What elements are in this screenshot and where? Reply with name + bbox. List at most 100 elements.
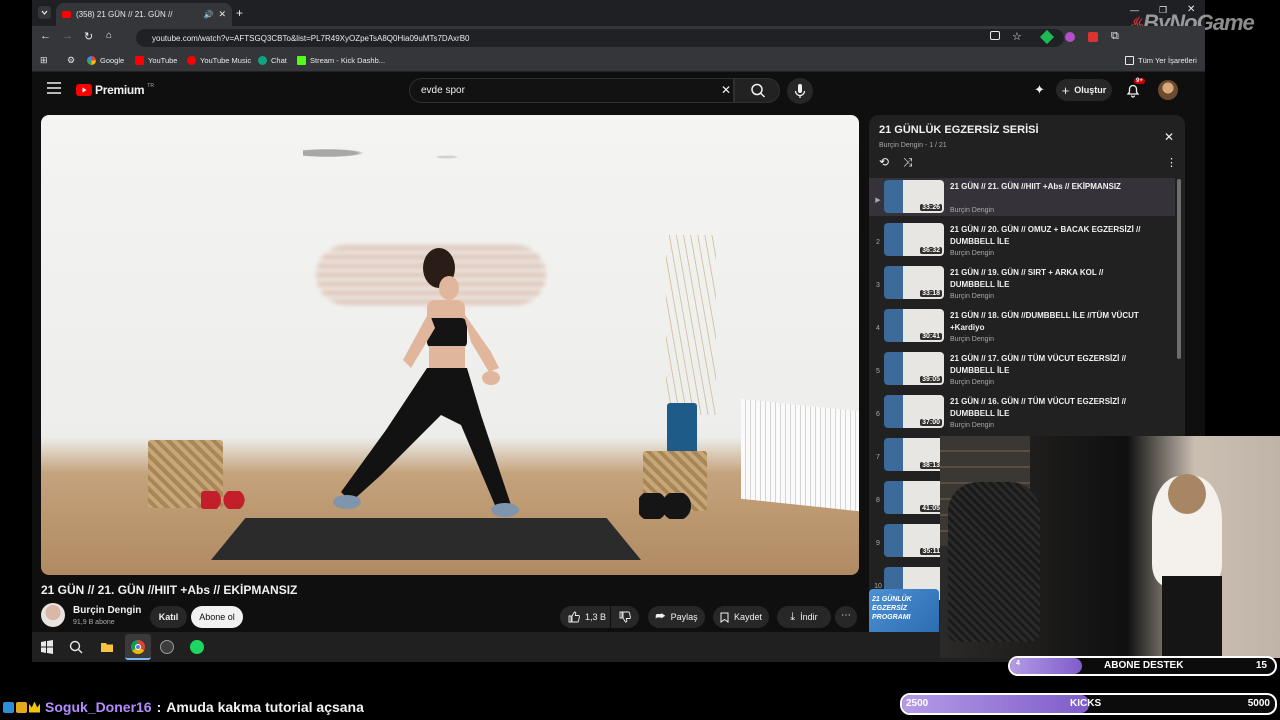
bookmark-kick-dashboard[interactable]: Stream - Kick Dashb... bbox=[297, 56, 385, 65]
bookmark-youtube-music[interactable]: YouTube Music bbox=[187, 56, 251, 65]
bookmark-google[interactable]: Google bbox=[87, 56, 124, 65]
playlist-item-index: 8 bbox=[876, 497, 880, 504]
chat-icon bbox=[258, 56, 267, 65]
playlist-item-thumbnail[interactable]: 39:05 bbox=[884, 352, 944, 385]
playlist-item[interactable]: 3 33:18 21 GÜN // 19. GÜN // SIRT + ARKA K… bbox=[869, 266, 1169, 309]
like-button[interactable]: 1,3 B bbox=[560, 606, 610, 628]
create-button[interactable]: + Oluştur bbox=[1056, 79, 1112, 101]
bookmark-icon bbox=[720, 612, 729, 623]
playlist-item-title[interactable]: 21 GÜN // 18. GÜN //DUMBBELL İLE //TÜM V… bbox=[950, 310, 1150, 334]
search-input[interactable]: evde spor bbox=[409, 78, 734, 103]
playlist-item-thumbnail[interactable]: 41:05 bbox=[884, 481, 944, 514]
playlist-item-index: 3 bbox=[876, 282, 880, 289]
playlist-item[interactable]: 4 30:41 21 GÜN // 18. GÜN //DUMBBELL İLE /… bbox=[869, 309, 1169, 352]
download-button[interactable]: ⤓ İndir bbox=[777, 606, 831, 628]
settings-icon[interactable]: ⚙ bbox=[67, 55, 75, 66]
address-bar[interactable]: youtube.com/watch?v=AFTSGQ3CBTo&list=PL7… bbox=[136, 29, 1064, 47]
share-button[interactable]: ⮫ Paylaş bbox=[648, 606, 705, 628]
shuffle-icon[interactable]: ⤨ bbox=[903, 155, 913, 170]
playlist-item[interactable]: 6 37:00 21 GÜN // 16. GÜN // TÜM VÜCUT EGZ… bbox=[869, 395, 1169, 438]
playlist-item-title[interactable]: 21 GÜN // 20. GÜN // OMUZ + BACAK EGZERS… bbox=[950, 224, 1150, 248]
clear-search-icon[interactable]: ✕ bbox=[721, 83, 731, 97]
browser-tab-strip: (358) 21 GÜN // 21. GÜN // 🔊 ✕ + — ❐ ✕ bbox=[32, 0, 1205, 26]
extension-red-icon[interactable] bbox=[1088, 32, 1098, 42]
thumbs-down-icon bbox=[619, 611, 631, 623]
playlist-item-index: 6 bbox=[876, 411, 880, 418]
spotify-icon[interactable] bbox=[190, 640, 204, 654]
playlist-item-thumbnail[interactable]: 33:18 bbox=[884, 266, 944, 299]
playlist-item-thumbnail[interactable]: 30:41 bbox=[884, 309, 944, 342]
apps-grid-icon[interactable]: ⊞ bbox=[40, 55, 48, 66]
save-button[interactable]: Kaydet bbox=[713, 606, 769, 628]
instructor-figure bbox=[333, 248, 519, 517]
extensions-puzzle-icon[interactable]: ⧉ bbox=[1111, 30, 1119, 43]
subscriber-goal-current: 4 bbox=[1016, 660, 1020, 667]
playlist-item-duration: 39:05 bbox=[920, 376, 942, 383]
playlist-item-title[interactable]: 21 GÜN // 19. GÜN // SIRT + ARKA KOL // … bbox=[950, 267, 1150, 291]
playlist-item[interactable]: 2 36:32 21 GÜN // 20. GÜN // OMUZ + BACAK … bbox=[869, 223, 1169, 266]
youtube-premium-logo[interactable]: Premium TR bbox=[76, 83, 154, 97]
subscribe-button[interactable]: Abone ol bbox=[191, 606, 243, 628]
close-tab-icon[interactable]: ✕ bbox=[218, 9, 226, 20]
chrome-taskbar-button[interactable] bbox=[125, 634, 151, 660]
dislike-button[interactable] bbox=[611, 606, 639, 628]
playlist-item-duration: 41:05 bbox=[920, 505, 942, 512]
tab-search-button[interactable] bbox=[38, 6, 51, 19]
bookmark-youtube[interactable]: YouTube bbox=[135, 56, 177, 65]
playlist-item-index: 2 bbox=[876, 239, 880, 246]
playlist-item-thumbnail[interactable]: 35:11 bbox=[884, 524, 944, 557]
video-title: 21 GÜN // 21. GÜN //HIIT +Abs // EKİPMAN… bbox=[41, 583, 298, 597]
channel-name[interactable]: Burçin Dengin bbox=[73, 605, 141, 616]
browser-tab-active[interactable]: (358) 21 GÜN // 21. GÜN // 🔊 ✕ bbox=[56, 3, 232, 26]
playlist-item-thumbnail[interactable]: 33:26 bbox=[884, 180, 944, 213]
playlist-item-title[interactable]: 21 GÜN // 16. GÜN // TÜM VÜCUT EGZERSİZİ… bbox=[950, 396, 1150, 420]
speaker-icon[interactable]: 🔊 bbox=[203, 10, 213, 19]
gaming-chair bbox=[948, 482, 1040, 642]
bell-icon bbox=[1126, 84, 1140, 98]
playlist-item-title[interactable]: 21 GÜN // 17. GÜN // TÜM VÜCUT EGZERSİZİ… bbox=[950, 353, 1150, 377]
new-tab-icon[interactable]: + bbox=[236, 6, 243, 20]
home-icon[interactable]: ⌂ bbox=[106, 30, 112, 41]
close-playlist-icon[interactable]: ✕ bbox=[1164, 130, 1174, 144]
playlist-item-title[interactable]: 21 GÜN // 21. GÜN //HIIT +Abs // EKİPMAN… bbox=[950, 181, 1150, 193]
loop-icon[interactable]: ⟲ bbox=[879, 155, 889, 169]
chevron-down-icon bbox=[41, 10, 48, 15]
join-button[interactable]: Katıl bbox=[150, 606, 187, 628]
side-promo-card[interactable]: 21 GÜNLÜK EGZERSİZ PROGRAMI bbox=[869, 589, 939, 632]
playlist-menu-icon[interactable]: ⋮ bbox=[1166, 156, 1177, 169]
playlist-item-thumbnail[interactable]: 38:13 bbox=[884, 438, 944, 471]
more-actions-button[interactable]: ⋯ bbox=[835, 606, 857, 628]
playlist-scrollbar[interactable] bbox=[1177, 179, 1181, 359]
playlist-item-thumbnail[interactable]: 37:00 bbox=[884, 395, 944, 428]
youtube-music-icon bbox=[187, 56, 196, 65]
cast-effects-icon[interactable]: ✦ bbox=[1034, 82, 1045, 98]
plus-icon: + bbox=[1061, 82, 1070, 98]
bookmark-chat[interactable]: Chat bbox=[258, 56, 287, 65]
microphone-icon bbox=[794, 84, 806, 98]
voice-search-button[interactable] bbox=[787, 78, 813, 104]
forward-icon[interactable]: → bbox=[62, 30, 73, 42]
all-bookmarks[interactable]: Tüm Yer İşaretleri bbox=[1125, 56, 1197, 65]
notifications-button[interactable]: 9+ bbox=[1125, 78, 1145, 98]
back-icon[interactable]: ← bbox=[40, 30, 51, 42]
playlist-item[interactable]: ▶ 33:26 21 GÜN // 21. GÜN //HIIT +Abs // E… bbox=[869, 180, 1169, 223]
playlist-title[interactable]: 21 GÜNLÜK EGZERSİZ SERİSİ bbox=[879, 124, 1039, 136]
menu-icon[interactable] bbox=[47, 82, 61, 94]
cast-icon[interactable] bbox=[990, 31, 1000, 40]
obs-icon[interactable] bbox=[160, 640, 174, 654]
playlist-item[interactable]: 5 39:05 21 GÜN // 17. GÜN // TÜM VÜCUT EGZ… bbox=[869, 352, 1169, 395]
windows-start-icon[interactable] bbox=[40, 640, 54, 654]
video-player[interactable] bbox=[41, 115, 859, 575]
reload-icon[interactable]: ↻ bbox=[84, 30, 93, 43]
file-explorer-icon[interactable] bbox=[100, 640, 114, 654]
avatar[interactable] bbox=[1158, 80, 1178, 100]
tab-title: (358) 21 GÜN // 21. GÜN // bbox=[76, 10, 173, 19]
extension-purple-icon[interactable] bbox=[1065, 32, 1075, 42]
taskbar-search-icon[interactable] bbox=[69, 640, 83, 654]
search-button[interactable] bbox=[734, 78, 780, 103]
bookmark-star-icon[interactable]: ☆ bbox=[1012, 30, 1022, 43]
channel-avatar[interactable] bbox=[41, 603, 65, 627]
kicks-goal-fill bbox=[902, 695, 1089, 713]
download-icon: ⤓ bbox=[790, 610, 796, 623]
playlist-item-thumbnail[interactable]: 36:32 bbox=[884, 223, 944, 256]
